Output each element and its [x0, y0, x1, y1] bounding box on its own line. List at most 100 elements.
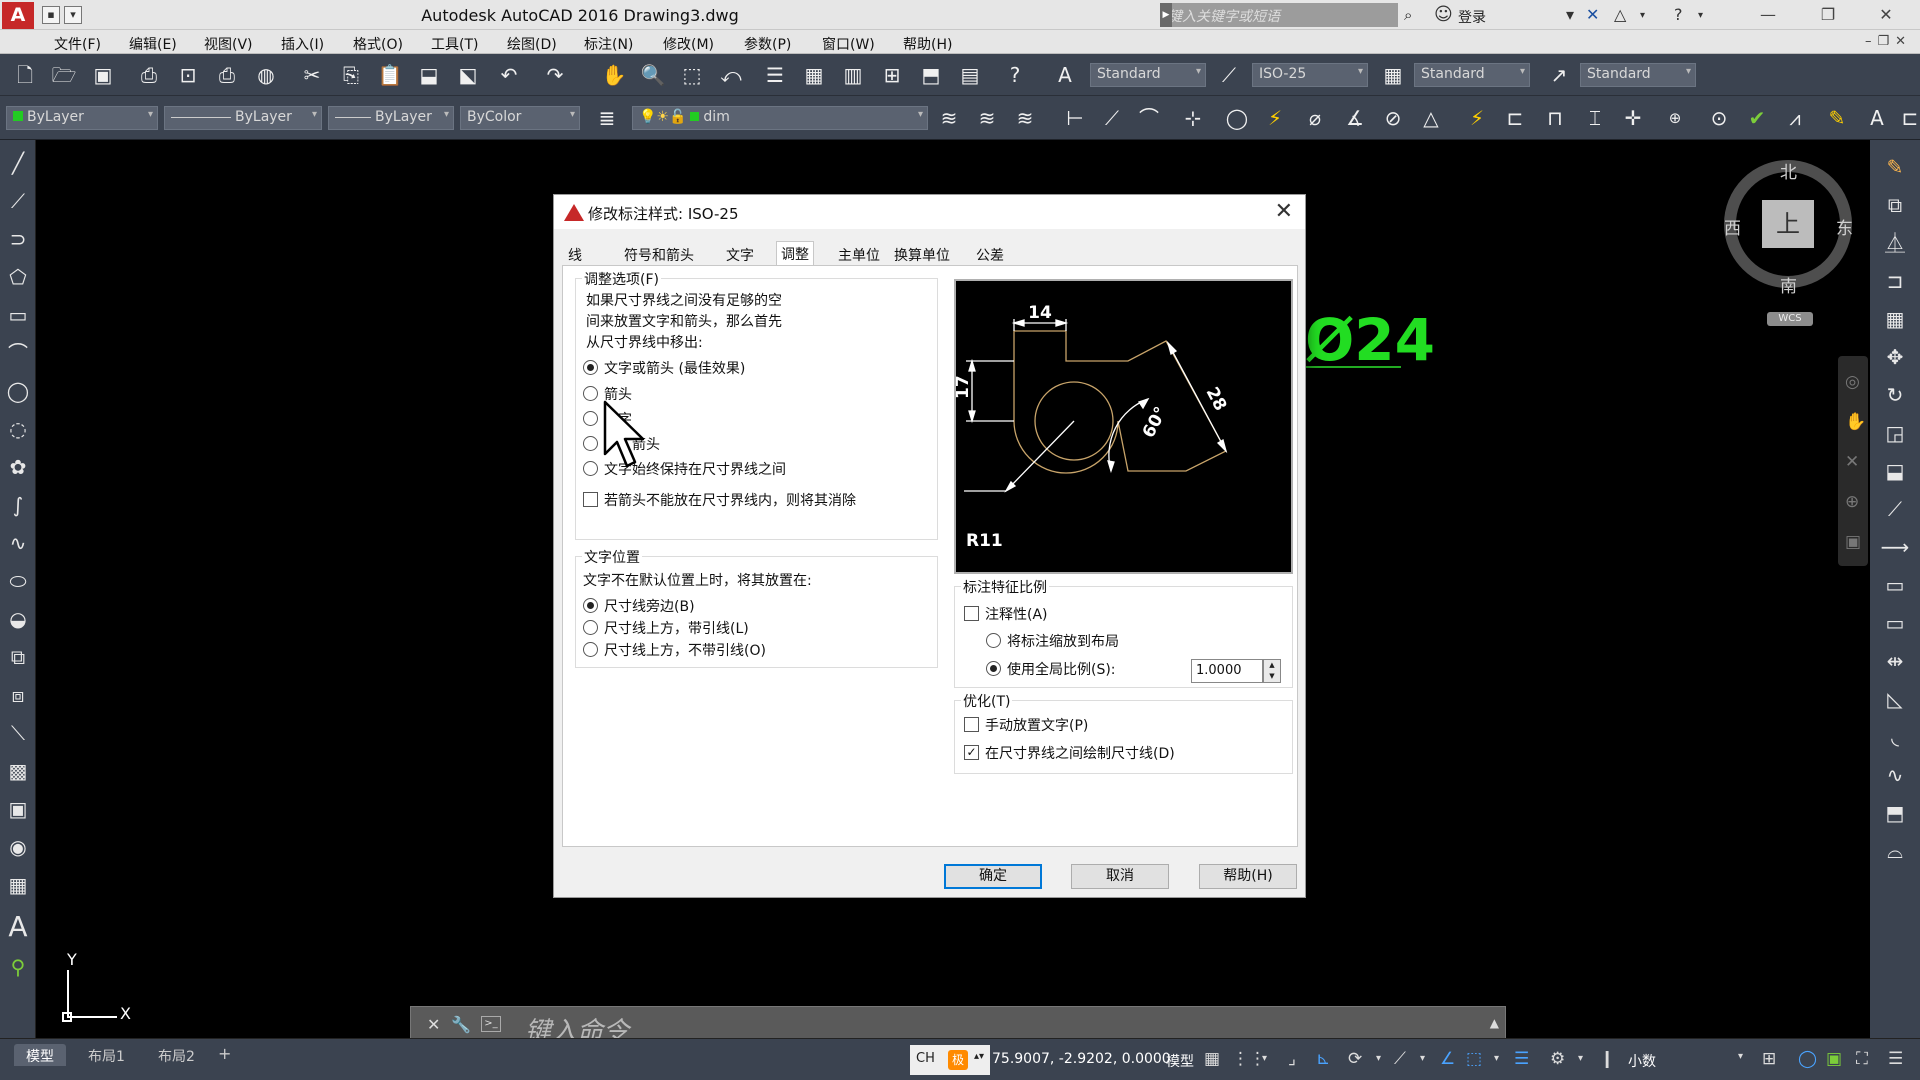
lineweight-toggle-icon[interactable]: ☰ — [1514, 1049, 1529, 1069]
over-with-leader-label[interactable]: 尺寸线上方，带引线(L) — [604, 618, 749, 638]
tab-tolerances[interactable]: 公差 — [972, 243, 1008, 265]
annotative-checkbox[interactable] — [964, 606, 979, 621]
copy-icon[interactable]: ⎘ — [336, 60, 366, 90]
copy-object-icon[interactable]: ⧉ — [1880, 190, 1910, 220]
linetype-combo[interactable]: ByLayer ▾ — [164, 106, 322, 130]
zoom-nav-icon[interactable]: ✕ — [1845, 452, 1859, 472]
tab-layout2[interactable]: 布局2 — [146, 1044, 207, 1066]
tab-alternate-units[interactable]: 换算单位 — [890, 243, 954, 265]
menu-tools[interactable]: 工具(T) — [431, 34, 478, 54]
radio-over-without-leader[interactable] — [583, 642, 598, 657]
tab-layout1[interactable]: 布局1 — [76, 1044, 137, 1066]
infer-constraints-icon[interactable]: ⌟ — [1288, 1049, 1296, 1069]
3d-print-icon[interactable]: ◍ — [251, 60, 281, 90]
arc-icon[interactable]: ⌒ — [3, 338, 33, 368]
menu-view[interactable]: 视图(V) — [204, 34, 253, 54]
a360-dropdown-icon[interactable]: ▾ — [1640, 10, 1645, 21]
suppress-arrows-checkbox[interactable] — [583, 492, 598, 507]
match-properties-icon[interactable]: ⬓ — [414, 60, 444, 90]
text-style-combo[interactable]: Standard ▾ — [1090, 63, 1206, 87]
aligned-dimension-icon[interactable]: ⟋ — [1097, 103, 1127, 133]
design-center-icon[interactable]: ▦ — [799, 60, 829, 90]
spline-icon[interactable]: ∫ — [3, 490, 33, 520]
scale-icon[interactable]: ◲ — [1880, 418, 1910, 448]
help-dropdown-icon[interactable]: ▾ — [1698, 10, 1703, 21]
annotation-monitor-icon[interactable]: ❙ — [1600, 1049, 1614, 1069]
workspace-gear-icon[interactable]: ⚙ — [1550, 1049, 1565, 1069]
object-snap-tracking-icon[interactable]: ∠ — [1440, 1049, 1455, 1069]
command-history-expand-icon[interactable]: ▲ — [1490, 1016, 1499, 1030]
inspect-dimension-icon[interactable]: ⊕ — [1660, 103, 1690, 133]
save-icon[interactable]: ▣ — [88, 60, 118, 90]
compass-east[interactable]: 东 — [1836, 214, 1853, 239]
radio-text[interactable] — [583, 411, 598, 426]
cut-icon[interactable]: ✂ — [297, 60, 327, 90]
angular-dimension-icon[interactable]: ∡ — [1340, 103, 1370, 133]
manual-text-placement-label[interactable]: 手动放置文字(P) — [985, 715, 1088, 735]
customization-menu-icon[interactable]: ☰ — [1888, 1049, 1903, 1069]
global-scale-spinner[interactable]: ▲ ▼ — [1263, 659, 1281, 683]
menu-parametric[interactable]: 参数(P) — [744, 34, 791, 54]
draw-dim-line-between-label[interactable]: 在尺寸界线之间绘制尺寸线(D) — [985, 743, 1175, 763]
plot-icon[interactable]: ⎙ — [134, 60, 164, 90]
table-style-icon[interactable]: ▦ — [1378, 60, 1408, 90]
dim-reassociate-icon[interactable]: ⊙ — [1704, 103, 1734, 133]
hatch-icon[interactable]: ▩ — [3, 756, 33, 786]
over-without-leader-label[interactable]: 尺寸线上方，不带引线(O) — [604, 640, 766, 660]
multiline-text-icon[interactable]: A — [3, 912, 33, 942]
open-file-icon[interactable]: 🗁 — [49, 60, 79, 90]
polar-dropdown-icon[interactable]: ▾ — [1376, 1053, 1381, 1064]
hardware-acceleration-icon[interactable]: ▣ — [1826, 1049, 1842, 1069]
layer-previous-icon[interactable]: ≋ — [972, 103, 1002, 133]
undo-icon[interactable]: ↶ — [494, 60, 524, 90]
exchange-apps-icon[interactable]: ✕ — [1586, 5, 1599, 24]
menu-help[interactable]: 帮助(H) — [903, 34, 952, 54]
object-snap-icon[interactable]: ⬚ — [1466, 1049, 1482, 1069]
global-scale-label[interactable]: 使用全局比例(S): — [1007, 659, 1116, 679]
dialog-close-icon[interactable]: ✕ — [1275, 199, 1293, 224]
jog-line-icon[interactable]: ⩘ — [1780, 103, 1810, 133]
extend-icon[interactable]: ⟶ — [1880, 532, 1910, 562]
gradient-icon[interactable]: ▣ — [3, 794, 33, 824]
snap-dropdown-icon[interactable]: ▾ — [1262, 1053, 1267, 1064]
chamfer-icon[interactable]: ◺ — [1880, 684, 1910, 714]
calculator-icon[interactable]: ▤ — [955, 60, 985, 90]
close-command-line-icon[interactable]: ✕ — [427, 1015, 440, 1034]
make-object-layer-current-icon[interactable]: ≋ — [934, 103, 964, 133]
menu-format[interactable]: 格式(O) — [353, 34, 403, 54]
annotative-label[interactable]: 注释性(A) — [985, 604, 1048, 624]
tolerance-icon[interactable]: ⌶ — [1580, 103, 1610, 133]
steering-wheel-icon[interactable]: ◎ — [1845, 372, 1860, 392]
make-block-icon[interactable]: ⧈ — [3, 680, 33, 710]
sign-in-link[interactable]: 登录 — [1458, 7, 1486, 27]
construction-line-icon[interactable]: ⟋ — [3, 186, 33, 216]
add-selected-icon[interactable]: ⚲ — [3, 952, 33, 982]
ortho-icon[interactable]: ⊾ — [1316, 1049, 1330, 1069]
move-icon[interactable]: ✥ — [1880, 342, 1910, 372]
break-icon[interactable]: ▭ — [1880, 608, 1910, 638]
new-file-icon[interactable]: 🗋 — [10, 60, 40, 90]
suppress-arrows-label[interactable]: 若箭头不能放在尺寸界线内，则将其消除 — [604, 490, 856, 510]
tab-primary-units[interactable]: 主单位 — [834, 243, 884, 265]
table-icon[interactable]: ▦ — [3, 870, 33, 900]
manual-text-placement-checkbox[interactable] — [964, 717, 979, 732]
arc-length-icon[interactable]: ⌒ — [1134, 103, 1164, 133]
diameter-dimension-text[interactable]: Ø24 — [1305, 306, 1435, 374]
publish-icon[interactable]: ⎙ — [212, 60, 242, 90]
workspace-dropdown-icon[interactable]: ▾ — [1578, 1053, 1583, 1064]
radio-beside-dimension-line[interactable] — [583, 598, 598, 613]
polar-tracking-icon[interactable]: ⟳ — [1348, 1049, 1362, 1069]
menu-file[interactable]: 文件(F) — [54, 34, 101, 54]
array-icon[interactable]: ▦ — [1880, 304, 1910, 334]
baseline-dimension-icon[interactable]: △ — [1416, 103, 1446, 133]
center-mark-icon[interactable]: ✛ — [1618, 103, 1648, 133]
dialog-title-bar[interactable]: 修改标注样式: ISO-25 ✕ — [554, 195, 1305, 229]
compass-north[interactable]: 北 — [1780, 158, 1797, 183]
circle-icon[interactable]: ◯ — [3, 376, 33, 406]
beside-dimension-line-label[interactable]: 尺寸线旁边(B) — [604, 596, 695, 616]
quick-properties-icon[interactable]: ⊞ — [1762, 1049, 1776, 1069]
radius-dimension-icon[interactable]: ◯ — [1222, 103, 1252, 133]
point-icon[interactable]: ⟍ — [3, 718, 33, 748]
dimension-space-icon[interactable]: ⚡ — [1462, 103, 1492, 133]
3d-operations-icon[interactable]: ⬒ — [1880, 798, 1910, 828]
